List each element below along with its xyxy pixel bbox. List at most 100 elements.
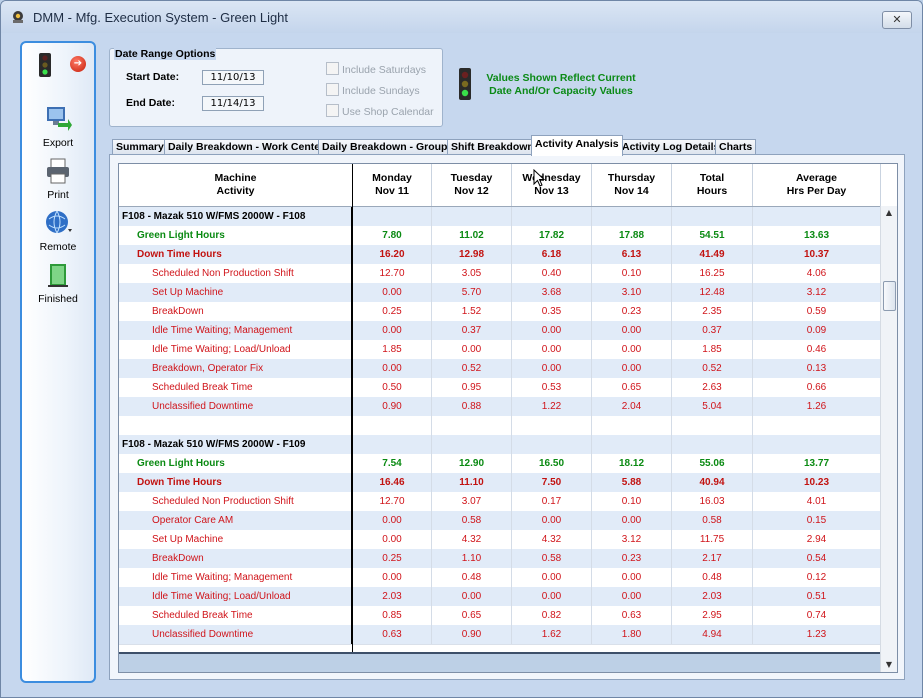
- tab-shift-breakdown[interactable]: Shift Breakdown: [447, 139, 538, 155]
- table-row[interactable]: Down Time Hours 16.46 11.10 7.50 5.88 40.94 10…: [119, 473, 881, 493]
- column-header-monday[interactable]: Monday Nov 11: [353, 164, 432, 206]
- table-row[interactable]: Breakdown, Operator Fix 0.00 0.52 0.00 0.00 0…: [119, 359, 881, 379]
- table-row[interactable]: Idle Time Waiting; Management 0.00 0.37 0.0…: [119, 321, 881, 341]
- column-divider: [352, 164, 353, 672]
- nav-finished-button[interactable]: Finished: [22, 261, 94, 305]
- vertical-scrollbar[interactable]: ▲ ▼: [880, 206, 897, 672]
- cell-average-hrs-per-day: 2.94: [753, 530, 881, 549]
- date-range-title: Date Range Options: [114, 48, 217, 60]
- column-header-total-hours[interactable]: Total Hours: [672, 164, 753, 206]
- app-icon: [13, 11, 23, 23]
- table-row[interactable]: Idle Time Waiting; Management 0.00 0.48 0.0…: [119, 568, 881, 588]
- table-row[interactable]: Down Time Hours 16.20 12.98 6.18 6.13 41.49 10…: [119, 245, 881, 265]
- tab-summary[interactable]: Summary: [112, 139, 168, 155]
- cell-wednesday: 0.53: [512, 378, 592, 397]
- column-header-line1: Average: [795, 172, 838, 184]
- table-row[interactable]: Green Light Hours 7.54 12.90 16.50 18.12 55.0…: [119, 454, 881, 474]
- cell-wednesday: 0.00: [512, 568, 592, 587]
- tab-charts[interactable]: Charts: [715, 139, 757, 155]
- grid-header: Machine Activity Monday Nov 11 Tuesday Nov 12…: [119, 164, 881, 207]
- cell-average-hrs-per-day: 0.74: [753, 606, 881, 625]
- activity-label: Scheduled Break Time: [119, 606, 352, 625]
- column-header-tuesday[interactable]: Tuesday Nov 12: [432, 164, 512, 206]
- include-saturdays-checkbox[interactable]: Include Saturdays: [326, 62, 426, 76]
- cell-average-hrs-per-day: 0.54: [753, 549, 881, 568]
- table-row[interactable]: BreakDown 0.25 1.10 0.58 0.23 2.17 0.54: [119, 549, 881, 569]
- close-button[interactable]: ✕: [882, 11, 912, 29]
- table-row[interactable]: Scheduled Break Time 0.50 0.95 0.53 0.65 2.63…: [119, 378, 881, 398]
- cell-total-hours: 2.17: [672, 549, 753, 568]
- nav-print-button[interactable]: Print: [22, 157, 94, 201]
- column-header-wednesday[interactable]: Wednesday Nov 13: [512, 164, 592, 206]
- activity-label: Scheduled Non Production Shift: [119, 492, 352, 511]
- nav-remote-button[interactable]: Remote: [22, 209, 94, 253]
- end-date-field[interactable]: 11/14/13: [202, 96, 264, 111]
- tab-activity-log-details[interactable]: Activity Log Details: [618, 139, 724, 155]
- cell-total-hours: 40.94: [672, 473, 753, 492]
- table-row[interactable]: Green Light Hours 7.80 11.02 17.82 17.88 54.5…: [119, 226, 881, 246]
- column-header-average-hrs-per-day[interactable]: Average Hrs Per Day: [753, 164, 881, 206]
- activity-grid: Machine Activity Monday Nov 11 Tuesday Nov 12…: [118, 163, 898, 673]
- cell-thursday: 3.10: [592, 283, 672, 302]
- group-row[interactable]: F108 - Mazak 510 W/FMS 2000W - F109: [119, 435, 881, 455]
- cell-monday: 0.00: [353, 530, 432, 549]
- include-sundays-checkbox[interactable]: Include Sundays: [326, 83, 420, 97]
- table-row[interactable]: Unclassified Downtime 0.63 0.90 1.62 1.80 4.9…: [119, 625, 881, 645]
- table-row[interactable]: Set Up Machine 0.00 4.32 4.32 3.12 11.75 2.94: [119, 530, 881, 550]
- cell-thursday: 0.63: [592, 606, 672, 625]
- table-row[interactable]: [119, 416, 881, 436]
- table-row[interactable]: Idle Time Waiting; Load/Unload 1.85 0.00 0.…: [119, 340, 881, 360]
- cell-thursday: [592, 435, 672, 454]
- activity-label: F108 - Mazak 510 W/FMS 2000W - F109: [119, 435, 352, 454]
- activity-label: Green Light Hours: [119, 226, 352, 245]
- cell-tuesday: [432, 416, 512, 435]
- nav-export-button[interactable]: Export: [22, 105, 94, 149]
- cell-average-hrs-per-day: 10.37: [753, 245, 881, 264]
- title-bar: DMM - Mfg. Execution System - Green Ligh…: [1, 1, 922, 33]
- use-shop-calendar-checkbox[interactable]: Use Shop Calendar: [326, 104, 434, 118]
- table-row[interactable]: Set Up Machine 0.00 5.70 3.68 3.10 12.48 3.12: [119, 283, 881, 303]
- column-header-machine-activity[interactable]: Machine Activity: [119, 164, 353, 206]
- table-row[interactable]: Scheduled Non Production Shift 12.70 3.07 0…: [119, 492, 881, 512]
- column-header-thursday[interactable]: Thursday Nov 14: [592, 164, 672, 206]
- left-nav-panel: ➔ Export Print Remote Finished: [20, 41, 96, 683]
- group-row[interactable]: F108 - Mazak 510 W/FMS 2000W - F108: [119, 207, 881, 227]
- cell-total-hours: 0.52: [672, 359, 753, 378]
- cell-average-hrs-per-day: 4.01: [753, 492, 881, 511]
- table-row[interactable]: Operator Care AM 0.00 0.58 0.00 0.00 0.58 0.15: [119, 511, 881, 531]
- cell-tuesday: 3.07: [432, 492, 512, 511]
- cell-wednesday: 0.00: [512, 511, 592, 530]
- cell-thursday: 0.00: [592, 511, 672, 530]
- cell-thursday: 0.00: [592, 587, 672, 606]
- cell-average-hrs-per-day: 1.26: [753, 397, 881, 416]
- tab-activity-analysis[interactable]: Activity Analysis: [531, 135, 623, 156]
- cell-monday: 16.20: [353, 245, 432, 264]
- cell-monday: 2.03: [353, 587, 432, 606]
- cell-thursday: 0.10: [592, 492, 672, 511]
- cell-total-hours: 0.37: [672, 321, 753, 340]
- cell-total-hours: 5.04: [672, 397, 753, 416]
- cell-wednesday: 0.00: [512, 321, 592, 340]
- table-row[interactable]: BreakDown 0.25 1.52 0.35 0.23 2.35 0.59: [119, 302, 881, 322]
- table-row[interactable]: Unclassified Downtime 0.90 0.88 1.22 2.04 5.0…: [119, 397, 881, 417]
- cell-wednesday: 0.00: [512, 587, 592, 606]
- scroll-thumb[interactable]: [883, 281, 896, 311]
- table-row[interactable]: Scheduled Break Time 0.85 0.65 0.82 0.63 2.95…: [119, 606, 881, 626]
- cell-monday: 12.70: [353, 264, 432, 283]
- table-row[interactable]: Idle Time Waiting; Load/Unload 2.03 0.00 0.…: [119, 587, 881, 607]
- tab-daily-breakdown-groups[interactable]: Daily Breakdown - Groups: [318, 139, 458, 155]
- cell-wednesday: 0.17: [512, 492, 592, 511]
- cell-tuesday: 1.52: [432, 302, 512, 321]
- tab-daily-breakdown-work-center[interactable]: Daily Breakdown - Work Center: [164, 139, 329, 155]
- activity-label: BreakDown: [119, 302, 352, 321]
- cell-tuesday: 12.90: [432, 454, 512, 473]
- exit-arrow-icon[interactable]: ➔: [70, 56, 86, 72]
- start-date-field[interactable]: 11/10/13: [202, 70, 264, 85]
- scroll-up-icon[interactable]: ▲: [881, 206, 897, 220]
- scroll-down-icon[interactable]: ▼: [881, 658, 897, 672]
- column-header-line1: Wednesday: [522, 172, 581, 184]
- table-row[interactable]: Scheduled Non Production Shift 12.70 3.05 0…: [119, 264, 881, 284]
- cell-total-hours: 2.03: [672, 587, 753, 606]
- cell-thursday: 6.13: [592, 245, 672, 264]
- capacity-notice: Values Shown Reflect Current Date And/Or…: [481, 72, 641, 98]
